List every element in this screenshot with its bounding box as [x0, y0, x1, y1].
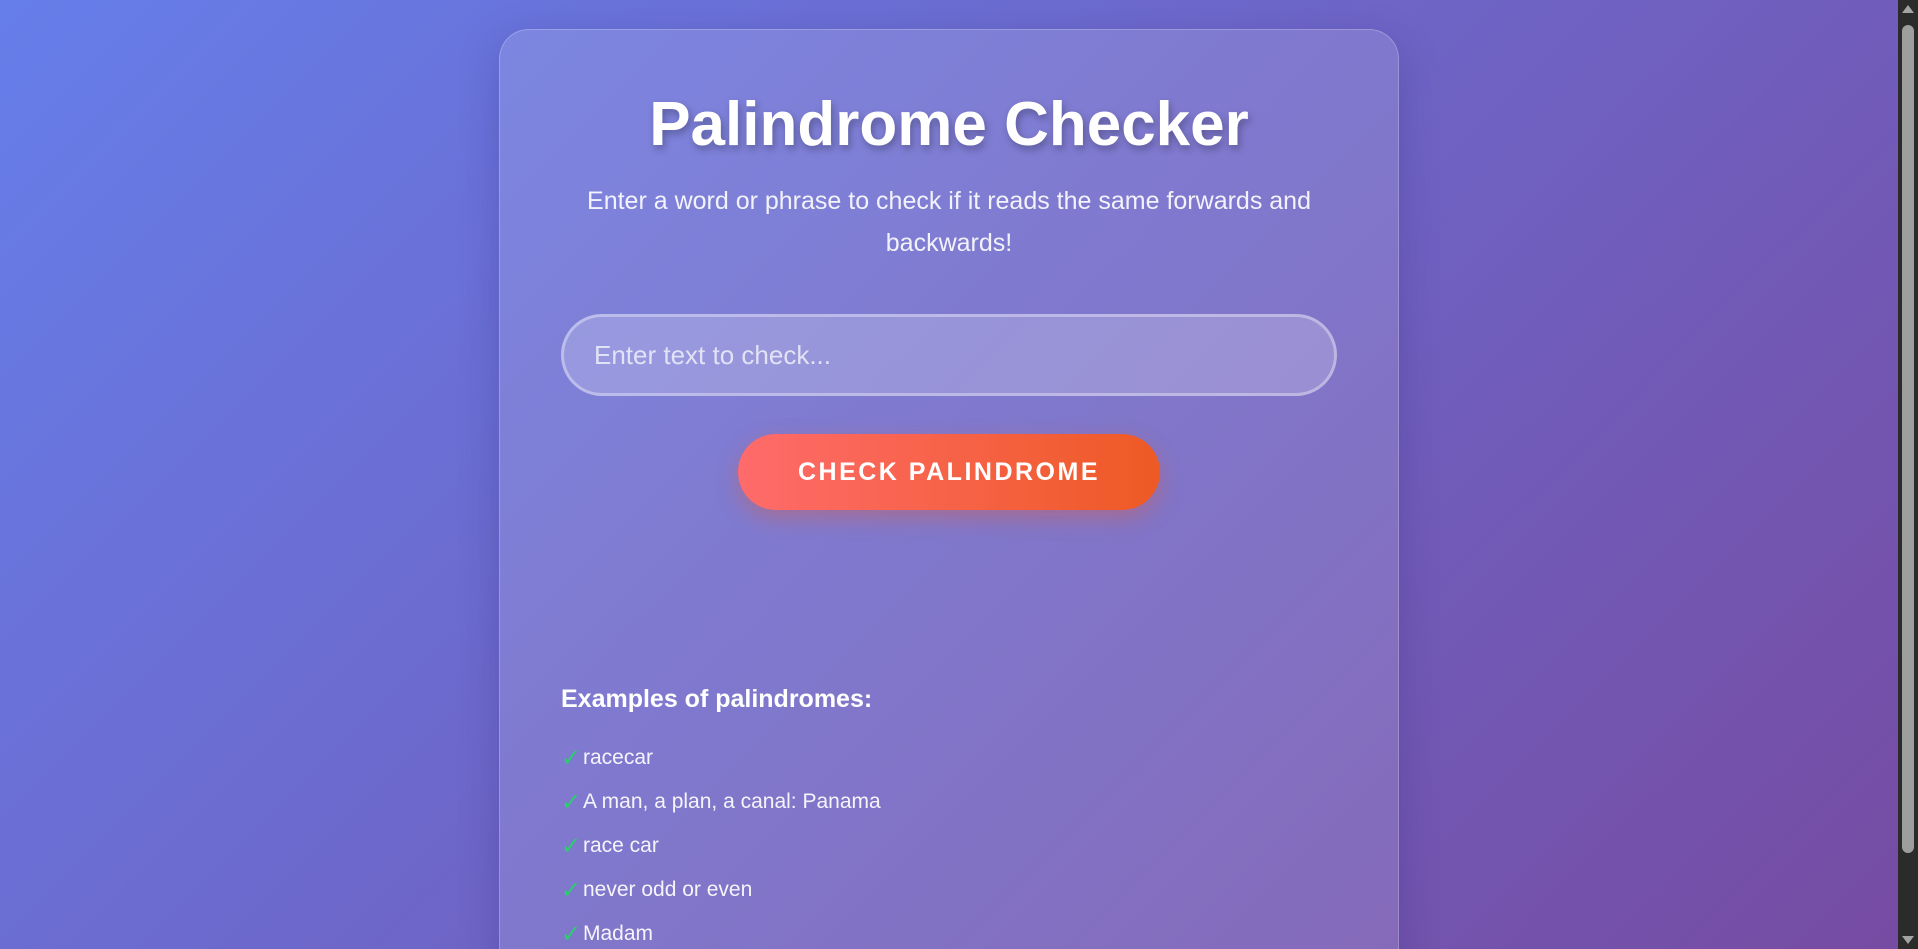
example-text: Madam [583, 922, 654, 945]
vertical-scrollbar[interactable] [1898, 0, 1918, 949]
example-text: A man, a plan, a canal: Panama [583, 790, 881, 813]
check-icon: ✓ [561, 788, 582, 816]
scroll-thumb[interactable] [1902, 25, 1914, 853]
result-area [561, 510, 1337, 684]
list-item: ✓ Madam [561, 912, 1337, 949]
list-item: ✓ race car [561, 824, 1337, 868]
examples-list: ✓ racecar ✓ A man, a plan, a canal: Pana… [561, 736, 1337, 949]
check-icon: ✓ [561, 920, 582, 948]
example-text: racecar [583, 746, 654, 769]
example-text: race car [583, 834, 659, 857]
check-icon: ✓ [561, 876, 582, 904]
list-item: ✓ racecar [561, 736, 1337, 780]
example-text: never odd or even [583, 878, 753, 901]
examples-heading: Examples of palindromes: [561, 685, 873, 713]
palindrome-text-input[interactable] [561, 314, 1337, 396]
page-title: Palindrome Checker [649, 90, 1249, 159]
input-wrapper [561, 314, 1337, 396]
list-item: ✓ never odd or even [561, 868, 1337, 912]
scroll-up-arrow-icon[interactable] [1902, 5, 1914, 13]
examples-section: Examples of palindromes: ✓ racecar ✓ A m… [561, 684, 1337, 949]
check-icon: ✓ [561, 744, 582, 772]
check-icon: ✓ [561, 832, 582, 860]
scroll-down-arrow-icon[interactable] [1902, 936, 1914, 944]
checker-card: Palindrome Checker Enter a word or phras… [499, 29, 1399, 949]
page-viewport: Palindrome Checker Enter a word or phras… [0, 0, 1898, 949]
button-row: CHECK PALINDROME [561, 434, 1337, 510]
list-item: ✓ A man, a plan, a canal: Panama [561, 780, 1337, 824]
check-palindrome-button[interactable]: CHECK PALINDROME [738, 434, 1160, 510]
page-subtitle: Enter a word or phrase to check if it re… [587, 187, 1311, 257]
